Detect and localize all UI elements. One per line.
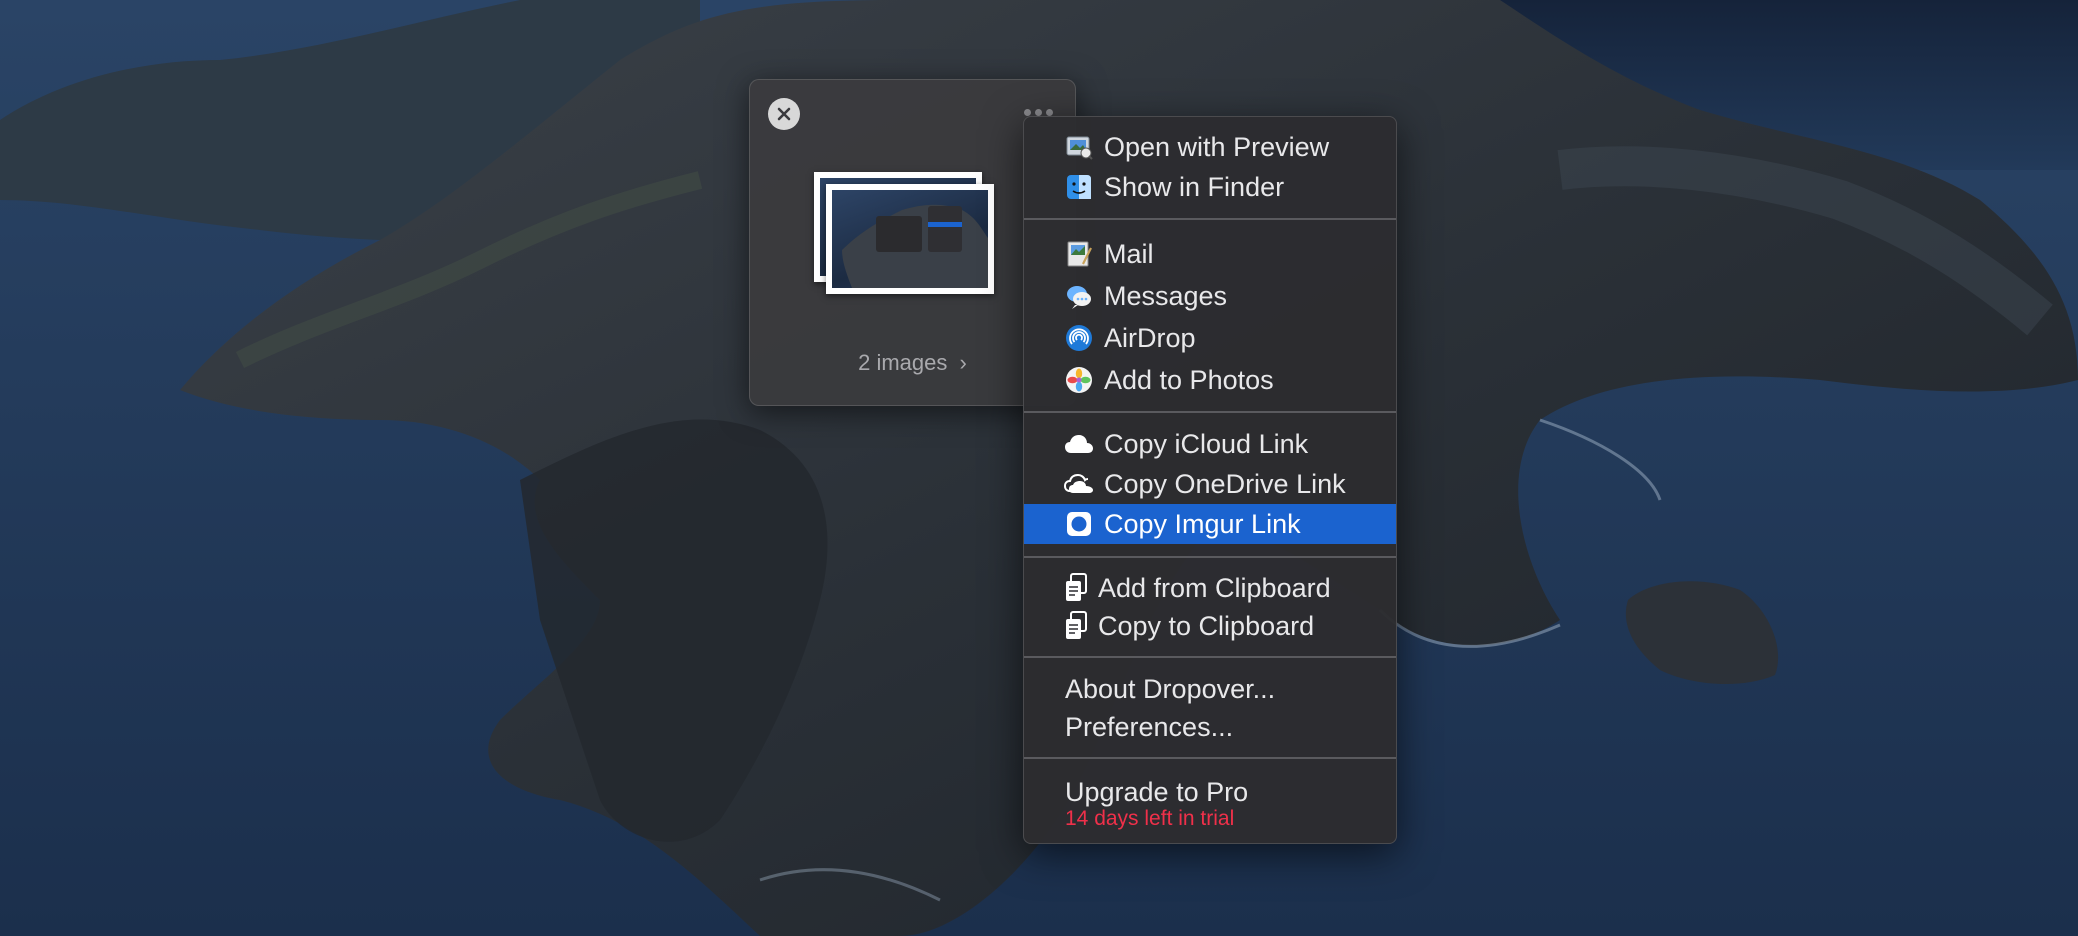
menu-separator [1024, 757, 1396, 759]
clipboard-icon [1064, 573, 1088, 603]
image-stack-thumbnail[interactable] [814, 172, 1004, 302]
menu-item-label: Copy to Clipboard [1098, 610, 1315, 641]
menu-item-add-from-clipboard[interactable]: Add from Clipboard [1024, 569, 1396, 607]
menu-item-label: About Dropover... [1065, 673, 1276, 704]
menu-item-label: Show in Finder [1104, 171, 1285, 202]
preview-app-icon [1064, 132, 1094, 162]
icloud-icon [1064, 429, 1094, 459]
menu-item-copy-icloud-link[interactable]: Copy iCloud Link [1024, 424, 1396, 464]
imgur-icon [1064, 509, 1094, 539]
menu-item-copy-imgur-link[interactable]: Copy Imgur Link [1024, 504, 1396, 544]
menu-item-label: Mail [1104, 238, 1154, 269]
share-menu: Open with Preview Show in Finder Mail Me… [1023, 116, 1397, 844]
chevron-right-icon: › [959, 350, 967, 375]
more-dot [1046, 109, 1053, 116]
close-icon[interactable] [768, 98, 800, 130]
menu-item-label: Copy iCloud Link [1104, 428, 1309, 459]
thumbnail-front [826, 184, 994, 294]
menu-item-label: Upgrade to Pro [1065, 776, 1249, 807]
menu-item-label: Preferences... [1065, 711, 1234, 742]
menu-item-about-dropover[interactable]: About Dropover... [1024, 670, 1396, 708]
photos-icon [1064, 365, 1094, 395]
more-icon[interactable] [1024, 109, 1053, 116]
menu-item-show-in-finder[interactable]: Show in Finder [1024, 167, 1396, 207]
menu-item-copy-to-clipboard[interactable]: Copy to Clipboard [1024, 607, 1396, 645]
trial-remaining-note: 14 days left in trial [1065, 807, 1235, 830]
menu-separator [1024, 411, 1396, 413]
images-count-label: 2 images [858, 350, 948, 375]
menu-item-label: Messages [1104, 280, 1228, 311]
menu-item-airdrop[interactable]: AirDrop [1024, 317, 1396, 359]
clipboard-icon [1064, 611, 1088, 641]
menu-separator [1024, 218, 1396, 220]
mail-icon [1064, 239, 1094, 269]
menu-item-label: AirDrop [1104, 322, 1196, 353]
menu-item-label: Copy OneDrive Link [1104, 468, 1346, 499]
menu-item-add-to-photos[interactable]: Add to Photos [1024, 359, 1396, 401]
messages-icon [1064, 281, 1094, 311]
menu-item-label: Copy Imgur Link [1104, 508, 1301, 539]
onedrive-icon [1064, 469, 1094, 499]
menu-item-messages[interactable]: Messages [1024, 275, 1396, 317]
menu-item-label: Open with Preview [1104, 131, 1330, 162]
menu-item-copy-onedrive-link[interactable]: Copy OneDrive Link [1024, 464, 1396, 504]
menu-item-label: Add from Clipboard [1098, 572, 1331, 603]
menu-item-open-with-preview[interactable]: Open with Preview [1024, 127, 1396, 167]
menu-item-preferences[interactable]: Preferences... [1024, 708, 1396, 746]
menu-item-mail[interactable]: Mail [1024, 233, 1396, 275]
menu-item-upgrade-to-pro[interactable]: Upgrade to Pro [1024, 773, 1396, 811]
finder-icon [1064, 172, 1094, 202]
menu-item-label: Add to Photos [1104, 364, 1274, 395]
airdrop-icon [1064, 323, 1094, 353]
more-dot [1024, 109, 1031, 116]
more-dot [1035, 109, 1042, 116]
menu-separator [1024, 656, 1396, 658]
menu-separator [1024, 556, 1396, 558]
